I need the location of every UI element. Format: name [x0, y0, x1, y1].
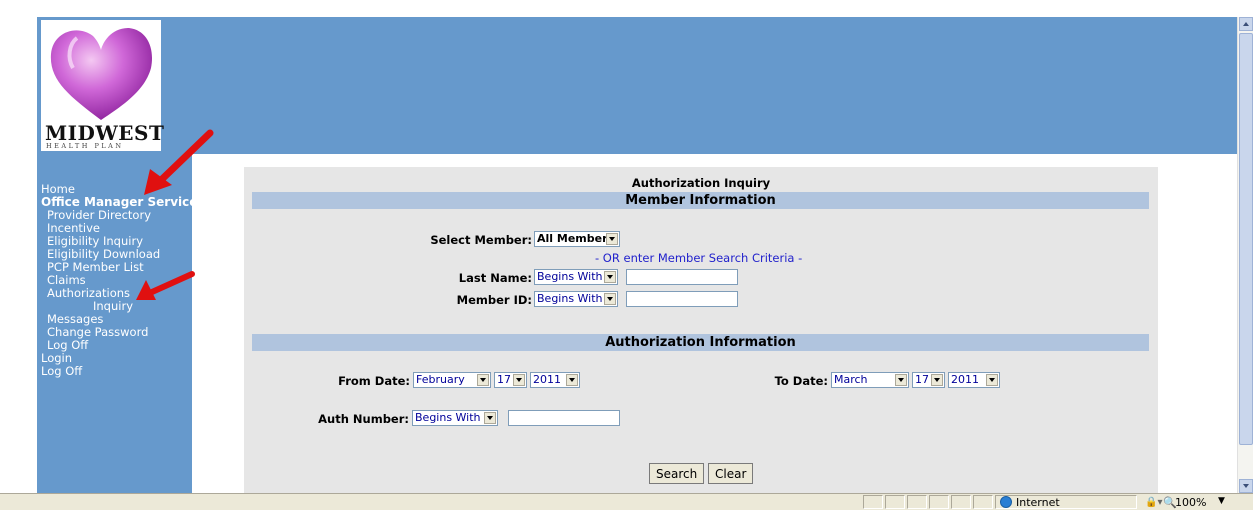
last-name-mode-value: Begins With — [537, 270, 603, 283]
chevron-down-icon — [484, 412, 496, 424]
chevron-down-icon — [895, 374, 907, 386]
select-member-value: All Members — [537, 232, 615, 245]
status-pane — [929, 495, 949, 509]
chevron-down-icon — [606, 233, 618, 245]
member-id-mode-value: Begins With — [537, 292, 603, 305]
auth-number-input[interactable] — [508, 410, 620, 426]
or-search-criteria-text: - OR enter Member Search Criteria - — [595, 251, 803, 265]
logo-subtitle: HEALTH PLAN — [46, 142, 124, 150]
member-id-label: Member ID: — [456, 293, 532, 307]
member-id-input[interactable] — [626, 291, 738, 307]
clear-button[interactable]: Clear — [708, 463, 753, 484]
scroll-up-icon[interactable] — [1239, 17, 1253, 31]
last-name-mode-dropdown[interactable]: Begins With — [534, 269, 618, 285]
chevron-down-icon — [604, 271, 616, 283]
chevron-down-icon — [566, 374, 578, 386]
status-bar: Internet 🔒▾ 🔍 100% ▼ — [0, 493, 1253, 510]
from-month-dropdown[interactable]: February — [413, 372, 491, 388]
page-title: Authorization Inquiry — [631, 176, 771, 190]
authorization-inquiry-form: Authorization Inquiry Member Information… — [244, 167, 1158, 494]
zone-label: Internet — [1016, 496, 1060, 509]
status-pane — [907, 495, 927, 509]
auth-number-mode-value: Begins With — [415, 411, 481, 424]
browser-window: MIDWEST HEALTH PLAN Home Office Manager … — [0, 0, 1253, 510]
to-day-value: 17 — [915, 373, 929, 386]
sidebar-item-log-off[interactable]: Log Off — [41, 365, 82, 378]
to-month-value: March — [834, 373, 868, 386]
sidebar-nav: Home Office Manager Services Provider Di… — [37, 154, 205, 494]
scroll-down-icon[interactable] — [1239, 479, 1253, 493]
heart-logo-icon — [50, 28, 153, 120]
from-day-dropdown[interactable]: 17 — [494, 372, 527, 388]
from-year-value: 2011 — [533, 373, 561, 386]
chevron-down-icon — [986, 374, 998, 386]
status-pane — [973, 495, 993, 509]
auth-number-label: Auth Number: — [318, 412, 409, 426]
last-name-label: Last Name: — [458, 271, 532, 285]
to-year-value: 2011 — [951, 373, 979, 386]
from-date-label: From Date: — [338, 374, 410, 388]
chevron-down-icon — [513, 374, 525, 386]
last-name-input[interactable] — [626, 269, 738, 285]
search-button[interactable]: Search — [649, 463, 704, 484]
authorization-information-header: Authorization Information — [252, 334, 1149, 351]
status-pane — [885, 495, 905, 509]
select-member-label: Select Member: — [430, 233, 532, 247]
protected-mode-icon[interactable]: 🔒▾ — [1145, 497, 1162, 508]
internet-globe-icon — [1000, 496, 1012, 508]
from-month-value: February — [416, 373, 465, 386]
status-pane — [951, 495, 971, 509]
red-arrow-annotation-icon — [136, 271, 195, 300]
chevron-down-icon — [477, 374, 489, 386]
chevron-down-icon — [604, 293, 616, 305]
chevron-down-icon — [931, 374, 943, 386]
from-day-value: 17 — [497, 373, 511, 386]
member-id-mode-dropdown[interactable]: Begins With — [534, 291, 618, 307]
to-month-dropdown[interactable]: March — [831, 372, 909, 388]
scroll-thumb[interactable] — [1239, 33, 1253, 445]
red-arrow-annotation-icon — [144, 129, 214, 195]
auth-number-mode-dropdown[interactable]: Begins With — [412, 410, 498, 426]
to-year-dropdown[interactable]: 2011 — [948, 372, 1000, 388]
to-date-label: To Date: — [774, 374, 828, 388]
to-day-dropdown[interactable]: 17 — [912, 372, 945, 388]
chevron-down-icon[interactable]: ▼ — [1218, 496, 1225, 506]
vertical-scrollbar[interactable] — [1237, 17, 1253, 493]
member-information-header: Member Information — [252, 192, 1149, 209]
zoom-level[interactable]: 100% — [1175, 496, 1206, 509]
from-year-dropdown[interactable]: 2011 — [530, 372, 580, 388]
status-pane — [863, 495, 883, 509]
select-member-dropdown[interactable]: All Members — [534, 231, 620, 247]
